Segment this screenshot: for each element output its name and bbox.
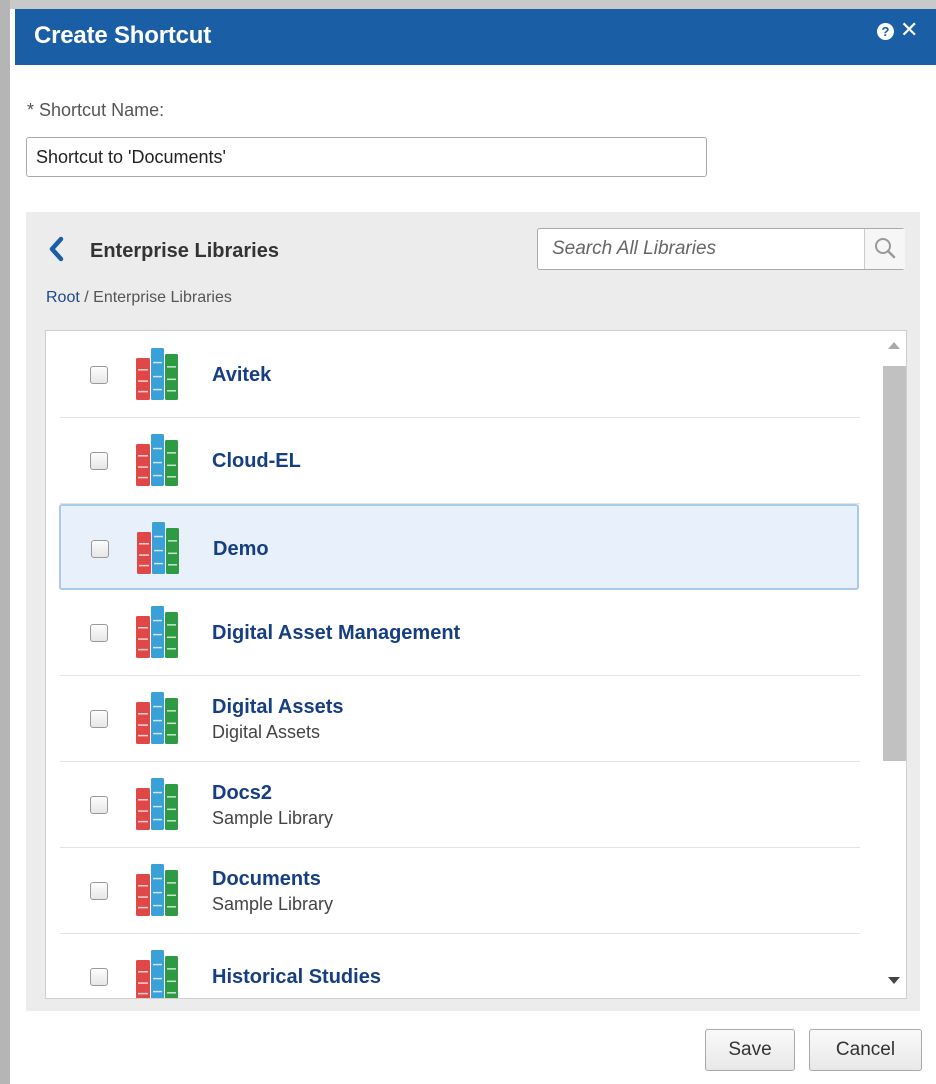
library-books-icon [136,348,178,400]
help-icon[interactable]: ? [877,23,894,40]
window-left-edge [0,0,10,1084]
library-name-link[interactable]: Digital Assets [212,696,344,719]
library-row[interactable]: Avitek [60,332,860,418]
row-checkbox[interactable] [90,968,108,986]
library-description: Sample Library [212,808,334,828]
dialog-title: Create Shortcut [34,22,212,49]
library-row[interactable]: Digital Assets Digital Assets [60,676,860,762]
breadcrumb-root-link[interactable]: Root [46,289,80,306]
library-description: Sample Library [212,894,334,914]
breadcrumb-current: Enterprise Libraries [93,289,232,306]
search-icon [875,238,896,259]
library-books-icon [136,864,178,916]
browser-title: Enterprise Libraries [90,240,279,262]
library-description: Digital Assets [212,722,321,742]
row-checkbox[interactable] [90,366,108,384]
scrollbar-thumb[interactable] [883,366,906,761]
search-box [537,228,905,270]
row-checkbox[interactable] [90,624,108,642]
library-books-icon [136,434,178,486]
library-name-link[interactable]: Demo [213,538,269,561]
window-top-edge [0,0,936,9]
search-button[interactable] [864,229,905,269]
row-checkbox[interactable] [90,452,108,470]
library-row[interactable]: Historical Studies [60,934,860,998]
search-input[interactable] [538,229,864,269]
save-button[interactable]: Save [705,1029,795,1071]
row-checkbox[interactable] [91,540,109,558]
library-books-icon [136,950,178,998]
library-books-icon [136,606,178,658]
library-row[interactable]: Documents Sample Library [60,848,860,934]
library-list: Avitek Cloud-EL Demo Digital Asset Manageme… [45,330,907,999]
library-row[interactable]: Cloud-EL [60,418,860,504]
shortcut-name-label-text: Shortcut Name: [39,100,165,120]
row-checkbox[interactable] [90,710,108,728]
breadcrumb-separator: / [79,289,94,306]
library-name-link[interactable]: Documents [212,868,321,891]
shortcut-name-input[interactable] [26,137,707,177]
shortcut-name-label: * Shortcut Name: [27,100,164,121]
library-browser-panel: Enterprise Libraries Root / Enterprise L… [26,212,920,1011]
close-icon[interactable]: ✕ [900,17,918,43]
list-scrollbar[interactable] [882,331,906,998]
library-row[interactable]: Digital Asset Management [60,590,860,676]
library-name-link[interactable]: Avitek [212,364,271,387]
library-name-link[interactable]: Digital Asset Management [212,622,460,645]
chevron-left-icon[interactable] [45,234,69,264]
dialog-titlebar: Create Shortcut ? ✕ [15,9,936,65]
library-name-link[interactable]: Docs2 [212,782,272,805]
library-books-icon [136,692,178,744]
scroll-down-arrow-icon[interactable] [888,977,900,984]
breadcrumb: Root / Enterprise Libraries [46,289,232,307]
required-marker: * [27,100,35,120]
library-name-link[interactable]: Historical Studies [212,966,381,989]
library-books-icon [136,778,178,830]
library-books-icon [137,522,179,574]
library-name-link[interactable]: Cloud-EL [212,450,301,473]
library-row[interactable]: Demo [59,504,859,590]
row-checkbox[interactable] [90,882,108,900]
row-checkbox[interactable] [90,796,108,814]
scroll-up-arrow-icon[interactable] [888,342,900,349]
library-row[interactable]: Docs2 Sample Library [60,762,860,848]
cancel-button[interactable]: Cancel [809,1029,922,1071]
